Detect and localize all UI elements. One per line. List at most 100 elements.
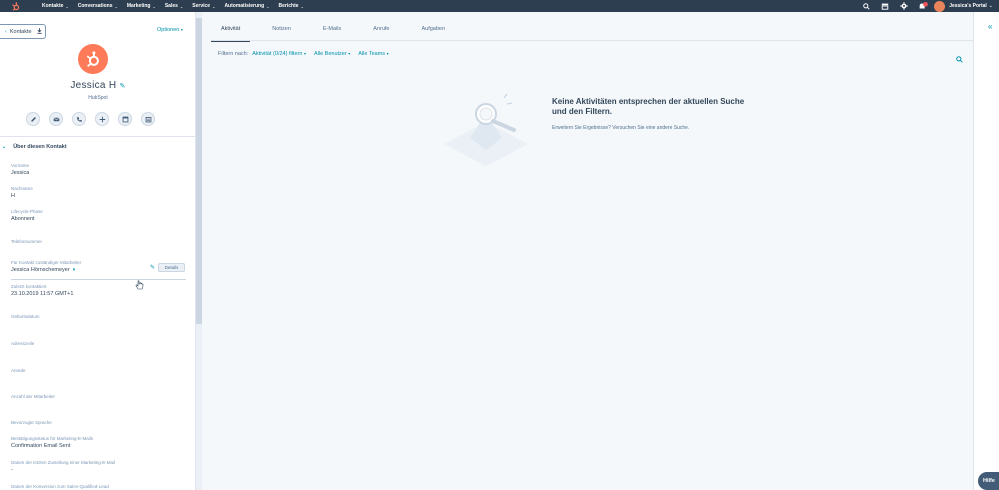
- user-avatar[interactable]: [934, 0, 946, 12]
- users-filter-dropdown[interactable]: Alle Benutzer ▾: [314, 51, 350, 57]
- property-adresszeile[interactable]: Adresszeile: [11, 341, 34, 346]
- task-icon: [122, 116, 128, 122]
- chevron-down-icon: ⌄: [2, 144, 7, 150]
- note-button[interactable]: [26, 112, 40, 126]
- right-sidebar: [973, 12, 999, 490]
- filter-label: Filtern nach:: [218, 51, 249, 57]
- back-to-contacts-button[interactable]: ‹ Kontakte: [0, 24, 46, 39]
- call-icon: [76, 116, 82, 122]
- nav-service[interactable]: Service ⌄: [192, 3, 215, 9]
- chevron-down-icon: ⌄: [65, 3, 69, 9]
- empty-state-title: Keine Aktivitäten entsprechen der aktuel…: [552, 97, 745, 116]
- nav-berichte[interactable]: Berichte ⌄: [279, 3, 304, 9]
- property-label: Vorname: [11, 163, 30, 168]
- property-label: Bestätigungsstatus für Marketing-E-Mails: [11, 436, 94, 441]
- about-section-toggle[interactable]: ⌄ Über diesen Kontakt: [2, 144, 67, 150]
- nav-kontakte[interactable]: Kontakte ⌄: [42, 3, 69, 9]
- nav-sales[interactable]: Sales ⌄: [165, 3, 183, 9]
- property-lifecycle[interactable]: Lifecycle-Phase Abonnent: [11, 209, 43, 222]
- hubspot-logo-icon[interactable]: [10, 1, 20, 11]
- chevron-down-icon: ⌄: [152, 3, 156, 9]
- property-label: Bevorzugte Sprache: [11, 420, 52, 425]
- settings-icon[interactable]: [899, 1, 909, 11]
- filter-link-label: Alle Teams: [358, 51, 386, 57]
- caret-down-icon: ▾: [72, 267, 76, 273]
- add-button[interactable]: [95, 112, 109, 126]
- property-label: Geburtsdatum: [11, 314, 40, 319]
- contact-sidebar: ‹ Kontakte Optionen ▾ Jessica H ✎ HubSpo…: [0, 12, 196, 490]
- chevron-down-icon: ⌄: [114, 3, 118, 9]
- activity-search-icon[interactable]: [956, 50, 963, 68]
- section-title-label: Über diesen Kontakt: [13, 144, 67, 150]
- teams-filter-dropdown[interactable]: Alle Teams ▾: [358, 51, 388, 57]
- hand-cursor-icon: [135, 278, 144, 296]
- property-bestaetigungsstatus[interactable]: Bestätigungsstatus für Marketing-E-Mails…: [11, 436, 93, 449]
- property-sprache[interactable]: Bevorzugte Sprache: [11, 420, 52, 425]
- edit-pencil-icon[interactable]: ✎: [119, 83, 125, 90]
- call-button[interactable]: [72, 112, 86, 126]
- notifications-icon[interactable]: [918, 1, 929, 11]
- task-button[interactable]: [118, 112, 132, 126]
- details-button[interactable]: Details: [158, 263, 185, 272]
- collapse-sidebar-icon[interactable]: «: [988, 22, 992, 31]
- chevron-down-icon: ⌄: [179, 3, 184, 9]
- back-button-label: Kontakte: [9, 28, 32, 35]
- property-telefon[interactable]: Telefonnummer: [11, 239, 42, 244]
- marketplace-icon[interactable]: [880, 1, 890, 11]
- caret-down-icon: ▾: [386, 51, 389, 56]
- contact-name: Jessica H ✎: [0, 80, 195, 91]
- owner-field-underline: [11, 279, 186, 280]
- nav-label: Conversations: [77, 3, 113, 9]
- tabs-divider: [211, 40, 973, 41]
- main-menu: Kontakte ⌄ Conversations ⌄ Marketing ⌄ Sale…: [42, 0, 313, 12]
- company-name[interactable]: HubSpot: [0, 95, 195, 101]
- chevron-down-icon: ⌄: [300, 3, 304, 9]
- chevron-down-icon: ▾: [180, 27, 183, 32]
- property-label: Datum der letzten Zustellung einer Marke…: [11, 460, 116, 465]
- owner-select[interactable]: Jessica Hörnschemeyer ▾: [11, 267, 81, 273]
- property-value: Abonnent: [11, 216, 35, 222]
- meeting-button[interactable]: [141, 112, 155, 126]
- nav-label: Sales: [164, 3, 178, 9]
- chevron-down-icon: ⌄: [988, 3, 993, 9]
- nav-right: Jessica's Portal ⌄: [852, 0, 993, 12]
- company-logo: [78, 44, 108, 74]
- nav-conversations[interactable]: Conversations ⌄: [78, 3, 118, 9]
- email-icon: [53, 117, 59, 121]
- help-button[interactable]: Hilfe: [978, 472, 999, 490]
- property-zuletzt-kontaktiert[interactable]: Zuletzt kontaktiert 23.10.2019 11:57 GMT…: [11, 284, 73, 297]
- section-divider: [0, 136, 195, 137]
- nav-marketing[interactable]: Marketing ⌄: [127, 3, 156, 9]
- property-value: -: [11, 467, 13, 473]
- nav-label: Marketing: [126, 3, 151, 9]
- activity-filter-dropdown[interactable]: Aktivität (0/24) filtern ▾: [252, 51, 306, 57]
- property-geburtsdatum[interactable]: Geburtsdatum: [11, 314, 40, 319]
- download-icon: [36, 27, 42, 36]
- caret-down-icon: ▾: [303, 51, 306, 56]
- nav-label: Berichte: [278, 3, 299, 9]
- property-anzahl-mitarbeiter[interactable]: Anzahl der Mitarbeiter: [11, 394, 55, 399]
- email-button[interactable]: [49, 112, 63, 126]
- options-dropdown[interactable]: Optionen ▾: [157, 27, 183, 33]
- property-label: Zuletzt kontaktiert: [11, 284, 47, 289]
- nav-label: Service: [192, 3, 211, 9]
- property-label: Anrede: [11, 368, 26, 373]
- property-letzte-zustellung[interactable]: Datum der letzten Zustellung einer Marke…: [11, 460, 115, 473]
- edit-pencil-icon[interactable]: ✎: [150, 264, 155, 271]
- search-icon[interactable]: [861, 1, 871, 11]
- chevron-down-icon: ⌄: [266, 3, 270, 9]
- nav-automatisierung[interactable]: Automatisierung ⌄: [224, 3, 269, 9]
- property-konversion-sql[interactable]: Datum der Konversion zum Sales-Qualified…: [11, 484, 109, 489]
- top-navigation: Kontakte ⌄ Conversations ⌄ Marketing ⌄ Sale…: [0, 0, 999, 12]
- property-owner[interactable]: Für Kontakt zuständiger Mitarbeiter Jess…: [11, 260, 81, 273]
- action-bar: [26, 112, 164, 126]
- property-anrede[interactable]: Anrede: [11, 368, 26, 373]
- note-icon: [30, 116, 36, 122]
- property-vorname[interactable]: Vorname Jessica: [11, 163, 29, 176]
- property-label: Nachname: [11, 186, 33, 191]
- portal-menu[interactable]: Jessica's Portal: [949, 3, 987, 9]
- property-nachname[interactable]: Nachname H: [11, 186, 33, 199]
- property-value: Jessica: [11, 170, 30, 176]
- filter-link-label: Aktivität (0/24) filtern: [252, 51, 303, 57]
- sidebar-scrollbar[interactable]: [196, 18, 202, 324]
